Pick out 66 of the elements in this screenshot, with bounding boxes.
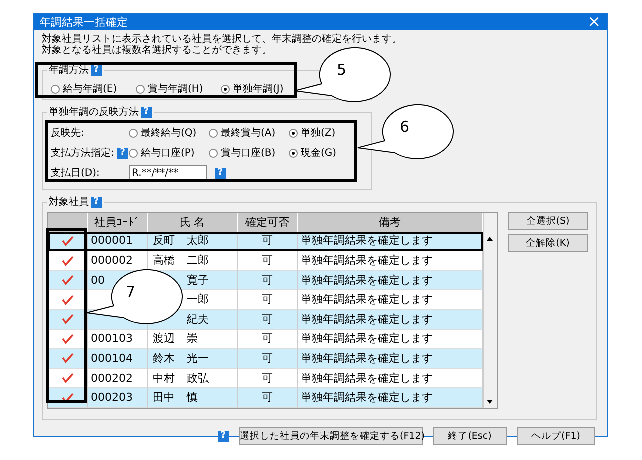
radio-option[interactable]: 賞与口座(B) (209, 146, 289, 160)
table-cell-text: 高橋 (152, 253, 175, 268)
group-label: 対象社員 (49, 196, 89, 209)
footer-button[interactable]: ヘルプ(F1) (517, 427, 595, 445)
check-icon[interactable] (62, 275, 74, 286)
table-cell-text: 田中 (152, 390, 175, 406)
help-icon[interactable]: ? (91, 64, 102, 76)
description-text: 対象となる社員は複数名選択することができます。 (42, 45, 273, 56)
radio-option[interactable]: 給与口座(P) (129, 146, 209, 160)
footer-button[interactable]: 終了(Esc) (433, 427, 507, 445)
check-icon[interactable] (62, 294, 74, 305)
table-cell: 000203 (88, 388, 148, 408)
callout-number: 5 (337, 61, 347, 79)
table-cell: 政弘 (187, 370, 209, 386)
table-cell: 二郎 (187, 253, 209, 268)
radio-option[interactable]: 給与年調(E) (51, 82, 136, 96)
table-cell-text: 渡辺 (152, 331, 175, 346)
help-icon[interactable]: ? (117, 148, 128, 158)
help-icon[interactable]: ? (141, 106, 152, 118)
table-cell-text: 鈴木 (152, 350, 175, 366)
table-row[interactable]: 000002 高橋 二郎 可 単独年調結果を確定します (48, 251, 483, 271)
check-icon[interactable] (62, 236, 74, 246)
close-button[interactable]: × (588, 14, 601, 30)
help-icon[interactable]: ? (91, 196, 102, 208)
radio-option[interactable]: 最終給与(Q) (129, 126, 209, 140)
description-text: 対象社員リストに表示されている社員を選択して、年末調整の確定を行います。 (42, 34, 403, 45)
side-button[interactable]: 全解除(K) (508, 234, 588, 252)
field-label: 支払日(D): (51, 166, 101, 180)
scrollbar[interactable] (483, 213, 497, 408)
table-cell: 慎 (187, 390, 198, 406)
check-icon[interactable] (62, 334, 74, 344)
check-icon[interactable] (62, 256, 74, 266)
callout-number: 6 (400, 118, 410, 136)
help-icon[interactable]: ? (215, 168, 226, 178)
table-row[interactable]: 000103 渡辺 崇 可 単独年調結果を確定します (48, 330, 483, 350)
check-icon[interactable] (62, 373, 74, 384)
group-label: 年調方法 (49, 64, 89, 77)
table-row[interactable]: 000001 反町 太郎 可 単独年調結果を確定します (48, 232, 483, 252)
check-icon[interactable] (62, 314, 74, 324)
field-label: 反映先: (51, 126, 86, 140)
table-cell: 太郎 (187, 233, 209, 248)
table-cell-text: 反町 (152, 233, 175, 248)
table-cell: 一郎 (187, 292, 209, 308)
radio-option[interactable]: 最終賞与(A) (209, 126, 289, 140)
table-cell: 紀夫 (187, 312, 209, 327)
check-icon[interactable] (62, 392, 74, 403)
radio-option[interactable]: 単独年調(J) (221, 82, 306, 96)
check-icon[interactable] (62, 353, 74, 364)
side-button[interactable]: 全選択(S) (508, 212, 588, 230)
table-cell: 光一 (187, 350, 209, 366)
table-row[interactable]: 000203 田中 慎 可 単独年調結果を確定します (48, 388, 483, 408)
table-row[interactable]: 000202 中村 政弘 可 単独年調結果を確定します (48, 368, 483, 388)
radio-option[interactable]: 単独(Z) (289, 126, 347, 140)
table-cell: 崇 (187, 331, 198, 346)
group-label: 単独年調の反映方法 (49, 106, 139, 119)
window-title: 年調結果一括確定 (40, 14, 128, 30)
table-row[interactable]: 000104 鈴木 光一 可 単独年調結果を確定します (48, 349, 483, 369)
radio-option[interactable]: 賞与年調(H) (136, 82, 221, 96)
table-cell: 単独年調結果を確定します (298, 388, 483, 408)
field-label: 支払方法指定: (51, 146, 114, 160)
table-cell: 寛子 (187, 272, 209, 288)
table-cell-text: 中村 (152, 370, 175, 386)
footer-button[interactable]: 選択した社員の年末調整を確定する(F12) (239, 427, 423, 445)
radio-option[interactable]: 現金(G) (289, 146, 347, 160)
table-cell: 可 (238, 388, 298, 408)
help-icon[interactable]: ? (218, 430, 229, 442)
